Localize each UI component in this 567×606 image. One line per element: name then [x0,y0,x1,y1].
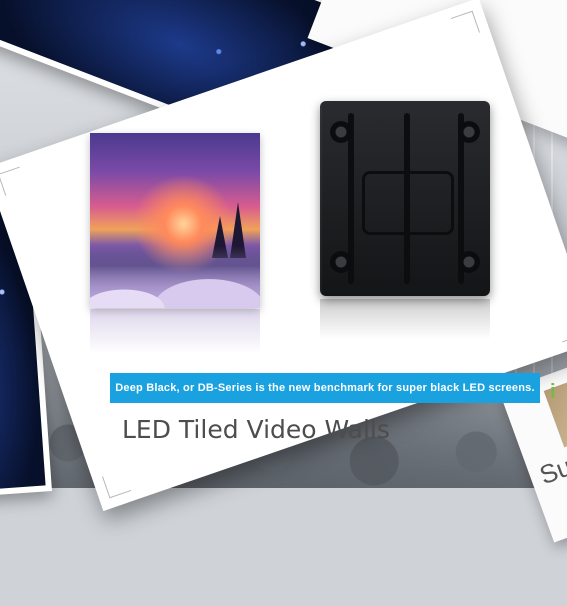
cabinet-mount [330,121,352,143]
corner-mark [0,166,28,196]
promo-banner: Deep Black, or DB-Series is the new benc… [109,373,540,403]
frosted-trees [90,246,260,308]
cabinet-mount [330,251,352,273]
led-cabinet [320,101,490,296]
brand-logo: i [550,381,556,403]
sunset-led-tile [90,133,260,308]
cabinet-plate [362,171,454,235]
cabinet-mount [458,120,480,143]
tile-reflection [90,309,260,354]
corner-mark [450,10,480,40]
cabinet-reflection [320,299,490,339]
cabinet-mount [458,251,480,273]
card-content: Deep Black, or DB-Series is the new benc… [30,73,556,444]
side-card-title: Su [535,451,567,491]
main-card: Deep Black, or DB-Series is the new benc… [0,0,567,512]
card-title: LED Tiled Video Walls [122,415,390,444]
corner-mark [102,469,132,499]
corner-mark [554,313,567,343]
